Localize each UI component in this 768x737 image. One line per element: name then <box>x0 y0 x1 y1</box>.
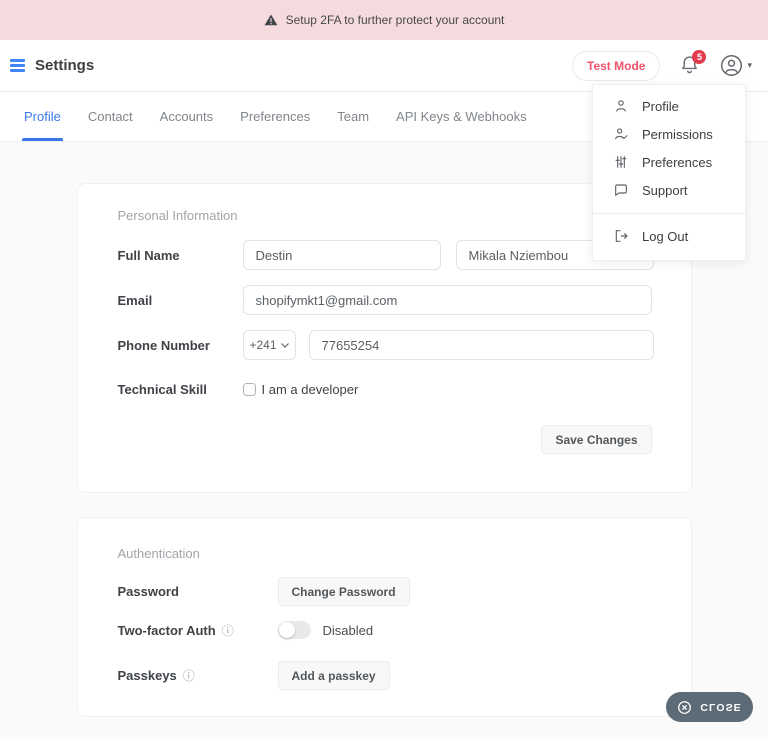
person-icon <box>613 98 629 114</box>
chevron-down-icon <box>280 342 289 348</box>
first-name-input[interactable] <box>242 240 441 270</box>
technical-skill-label: Technical Skill <box>117 382 207 397</box>
page-title: Settings <box>35 57 95 74</box>
full-name-label: Full Name <box>117 247 180 263</box>
account-menu: Profile Permissions Preferences Support … <box>592 84 746 261</box>
menu-item-support[interactable]: Support <box>593 176 745 204</box>
notification-badge: 5 <box>692 49 707 64</box>
menu-divider <box>593 213 745 214</box>
password-row: Password Change Password <box>118 577 652 606</box>
menu-item-label: Permissions <box>642 126 713 142</box>
avatar-icon <box>720 54 743 77</box>
info-icon: ⓘ <box>182 669 195 683</box>
chat-close-label: CLOSE <box>700 701 742 713</box>
chevron-down-icon: ▾ <box>747 60 752 70</box>
menu-item-label: Support <box>642 182 688 198</box>
tab-profile[interactable]: Profile <box>22 92 63 141</box>
chat-bubble-icon <box>613 182 629 198</box>
phone-label: Phone Number <box>117 337 210 353</box>
change-password-button[interactable]: Change Password <box>277 577 410 606</box>
save-changes-button[interactable]: Save Changes <box>541 425 652 454</box>
email-label: Email <box>117 292 153 308</box>
tab-preferences[interactable]: Preferences <box>240 92 310 141</box>
menu-item-preferences[interactable]: Preferences <box>593 148 745 176</box>
section-title: Personal Information <box>117 208 238 223</box>
two-factor-toggle[interactable] <box>277 621 311 639</box>
email-input[interactable] <box>242 285 652 315</box>
settings-page: Setup 2FA to further protect your accoun… <box>0 0 768 737</box>
info-icon: ⓘ <box>221 623 234 638</box>
section-title: Authentication <box>117 546 200 561</box>
tab-team[interactable]: Team <box>337 92 369 141</box>
menu-item-profile[interactable]: Profile <box>593 92 745 120</box>
email-row: Email <box>118 285 652 315</box>
close-icon <box>677 700 692 715</box>
test-mode-button[interactable]: Test Mode <box>572 50 661 81</box>
chat-close-button[interactable]: CLOSE <box>666 692 753 722</box>
country-code-value: +241 <box>249 338 277 352</box>
developer-checkbox-label: I am a developer <box>261 382 359 397</box>
phone-number-input[interactable] <box>308 330 654 360</box>
country-code-select[interactable]: +241 <box>242 330 296 360</box>
developer-checkbox[interactable] <box>242 383 256 396</box>
technical-skill-row: Technical Skill I am a developer <box>118 382 652 397</box>
person-check-icon <box>613 126 629 142</box>
menu-item-label: Log Out <box>642 228 689 244</box>
authentication-card: Authentication Password Change Password … <box>76 517 692 717</box>
banner-text: Setup 2FA to further protect your accoun… <box>285 13 505 27</box>
menu-item-logout[interactable]: Log Out <box>593 222 745 250</box>
menu-item-label: Preferences <box>642 154 713 170</box>
sliders-icon <box>613 154 629 170</box>
two-factor-status: Disabled <box>322 622 374 638</box>
tab-contact[interactable]: Contact <box>88 92 133 141</box>
hamburger-menu-icon[interactable] <box>10 59 25 72</box>
notifications-bell-icon[interactable]: 5 <box>679 49 707 78</box>
warning-icon <box>264 13 278 27</box>
phone-row: Phone Number +241 <box>117 330 654 360</box>
password-label: Password <box>117 584 179 599</box>
two-factor-row: Two-factor Auth ⓘ Disabled <box>118 621 652 639</box>
tab-accounts[interactable]: Accounts <box>160 92 213 141</box>
passkeys-label: Passkeys <box>117 668 177 683</box>
account-avatar[interactable]: ▾ <box>720 54 752 77</box>
two-factor-label: Two-factor Auth <box>117 622 216 638</box>
menu-item-permissions[interactable]: Permissions <box>593 120 745 148</box>
logout-icon <box>613 228 629 244</box>
menu-item-label: Profile <box>642 98 679 114</box>
add-passkey-button[interactable]: Add a passkey <box>277 661 390 690</box>
passkeys-row: Passkeys ⓘ Add a passkey <box>118 661 652 690</box>
tab-api-keys-webhooks[interactable]: API Keys & Webhooks <box>396 92 527 141</box>
full-name-row: Full Name <box>117 240 654 270</box>
2fa-banner: Setup 2FA to further protect your accoun… <box>0 0 768 40</box>
